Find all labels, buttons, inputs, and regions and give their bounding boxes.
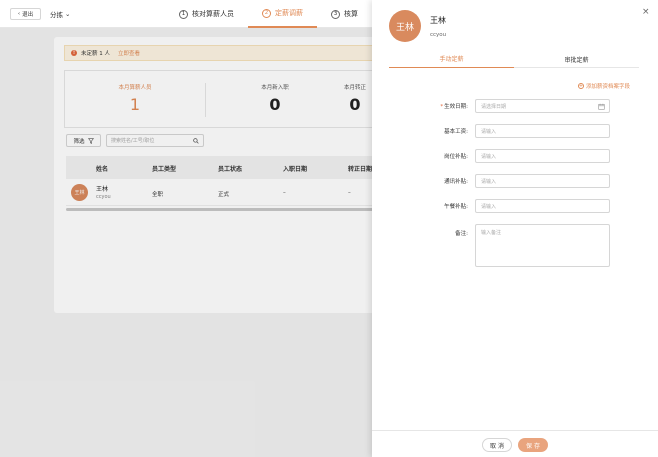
field-telecom-allowance: 通讯补贴: 请输入 — [372, 174, 658, 188]
step-1[interactable]: 1 核对算薪人员 — [165, 0, 248, 28]
field-lunch-allowance: 午餐补贴: 请输入 — [372, 199, 658, 213]
modal-overlay[interactable] — [0, 28, 372, 457]
employee-name: 王林 — [430, 16, 446, 25]
telecom-allowance-input[interactable]: 请输入 — [475, 174, 610, 188]
chevron-left-icon: ‹ — [17, 11, 21, 17]
field-position-allowance: 岗位补贴: 请输入 — [372, 149, 658, 163]
salary-drawer: 王林 王林 ccyou × 手动定薪 审批定薪 + 添加薪资档案字段 *生效日期… — [372, 0, 658, 457]
add-field-link[interactable]: + 添加薪资档案字段 — [578, 82, 630, 90]
company-selector[interactable]: 分拣 ⌄ — [50, 9, 70, 19]
position-allowance-input[interactable]: 请输入 — [475, 149, 610, 163]
cancel-button[interactable]: 取 消 — [482, 438, 512, 452]
field-effective-date: *生效日期: 请选择日期 — [372, 99, 658, 113]
step-3[interactable]: 3 核算 — [317, 0, 372, 28]
avatar: 王林 — [389, 10, 421, 42]
plus-circle-icon: + — [578, 82, 584, 89]
lunch-allowance-input[interactable]: 请输入 — [475, 199, 610, 213]
save-button[interactable]: 保 存 — [518, 438, 548, 452]
calendar-icon — [598, 103, 605, 110]
tab-approval[interactable]: 审批定薪 — [514, 50, 639, 68]
drawer-footer: 取 消 保 存 — [372, 430, 658, 457]
effective-date-input[interactable]: 请选择日期 — [475, 99, 610, 113]
back-button[interactable]: ‹ 退出 — [10, 8, 41, 20]
note-textarea[interactable]: 输入备注 — [475, 224, 610, 267]
base-salary-input[interactable]: 请输入 — [475, 124, 610, 138]
employee-id: ccyou — [430, 32, 447, 38]
drawer-tabs: 手动定薪 审批定薪 — [389, 50, 639, 68]
step-2[interactable]: 2 定薪调薪 — [248, 0, 317, 28]
close-icon[interactable]: × — [642, 7, 650, 17]
field-base-salary: 基本工资: 请输入 — [372, 124, 658, 138]
chevron-down-icon: ⌄ — [65, 10, 71, 18]
field-note: 备注: 输入备注 — [372, 224, 658, 267]
tab-manual[interactable]: 手动定薪 — [389, 50, 514, 68]
step-nav: 1 核对算薪人员 2 定薪调薪 3 核算 — [165, 0, 372, 28]
